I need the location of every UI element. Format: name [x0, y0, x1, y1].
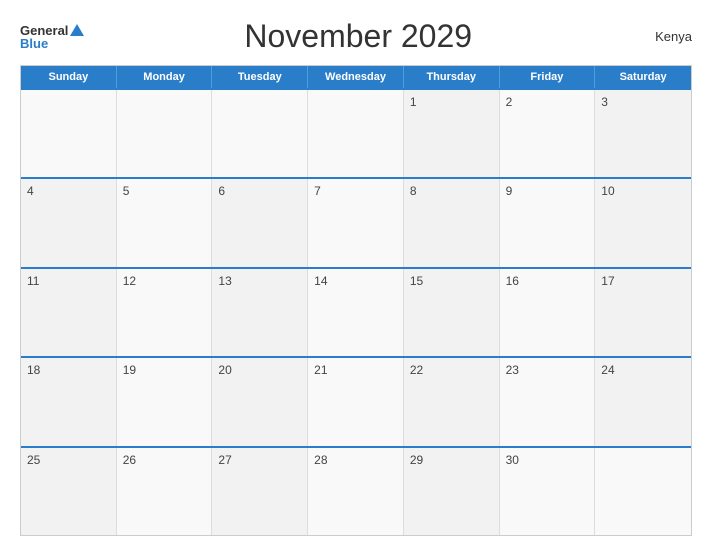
weeks-container: 1 2 3 4 5 6 7 8 9 10 11 12 13 14 15 16: [21, 88, 691, 535]
logo-blue-text: Blue: [20, 37, 48, 50]
day-cell-11: 11: [21, 269, 117, 356]
day-cell-2: 2: [500, 90, 596, 177]
day-cell-6: 6: [212, 179, 308, 266]
day-cell: [212, 90, 308, 177]
week-row-3: 11 12 13 14 15 16 17: [21, 267, 691, 356]
day-cell-25: 25: [21, 448, 117, 535]
logo: General Blue: [20, 24, 84, 50]
col-header-tuesday: Tuesday: [212, 66, 308, 88]
day-cell-24: 24: [595, 358, 691, 445]
logo-general-text: General: [20, 24, 68, 37]
day-cell-29: 29: [404, 448, 500, 535]
day-cell-30: 30: [500, 448, 596, 535]
day-cell-23: 23: [500, 358, 596, 445]
day-cell-20: 20: [212, 358, 308, 445]
calendar-grid: Sunday Monday Tuesday Wednesday Thursday…: [20, 65, 692, 536]
day-cell-empty-end: [595, 448, 691, 535]
day-cell-8: 8: [404, 179, 500, 266]
week-row-1: 1 2 3: [21, 88, 691, 177]
day-cell: [117, 90, 213, 177]
day-cell-26: 26: [117, 448, 213, 535]
day-cell-16: 16: [500, 269, 596, 356]
day-cell: [308, 90, 404, 177]
day-cell-22: 22: [404, 358, 500, 445]
col-header-friday: Friday: [500, 66, 596, 88]
day-cell: [21, 90, 117, 177]
logo-triangle-icon: [70, 24, 84, 36]
day-cell-15: 15: [404, 269, 500, 356]
calendar-header-row: Sunday Monday Tuesday Wednesday Thursday…: [21, 66, 691, 88]
day-cell-13: 13: [212, 269, 308, 356]
col-header-wednesday: Wednesday: [308, 66, 404, 88]
day-cell-17: 17: [595, 269, 691, 356]
header: General Blue November 2029 Kenya: [20, 18, 692, 55]
day-cell-19: 19: [117, 358, 213, 445]
day-cell-4: 4: [21, 179, 117, 266]
calendar-page: General Blue November 2029 Kenya Sunday …: [0, 0, 712, 550]
day-cell-5: 5: [117, 179, 213, 266]
week-row-2: 4 5 6 7 8 9 10: [21, 177, 691, 266]
day-cell-7: 7: [308, 179, 404, 266]
col-header-saturday: Saturday: [595, 66, 691, 88]
col-header-monday: Monday: [117, 66, 213, 88]
country-label: Kenya: [632, 29, 692, 44]
day-cell-21: 21: [308, 358, 404, 445]
day-cell-1: 1: [404, 90, 500, 177]
day-cell-14: 14: [308, 269, 404, 356]
day-cell-18: 18: [21, 358, 117, 445]
day-cell-27: 27: [212, 448, 308, 535]
day-cell-12: 12: [117, 269, 213, 356]
calendar-title: November 2029: [84, 18, 632, 55]
col-header-sunday: Sunday: [21, 66, 117, 88]
day-cell-3: 3: [595, 90, 691, 177]
week-row-5: 25 26 27 28 29 30: [21, 446, 691, 535]
day-cell-9: 9: [500, 179, 596, 266]
col-header-thursday: Thursday: [404, 66, 500, 88]
week-row-4: 18 19 20 21 22 23 24: [21, 356, 691, 445]
day-cell-10: 10: [595, 179, 691, 266]
day-cell-28: 28: [308, 448, 404, 535]
